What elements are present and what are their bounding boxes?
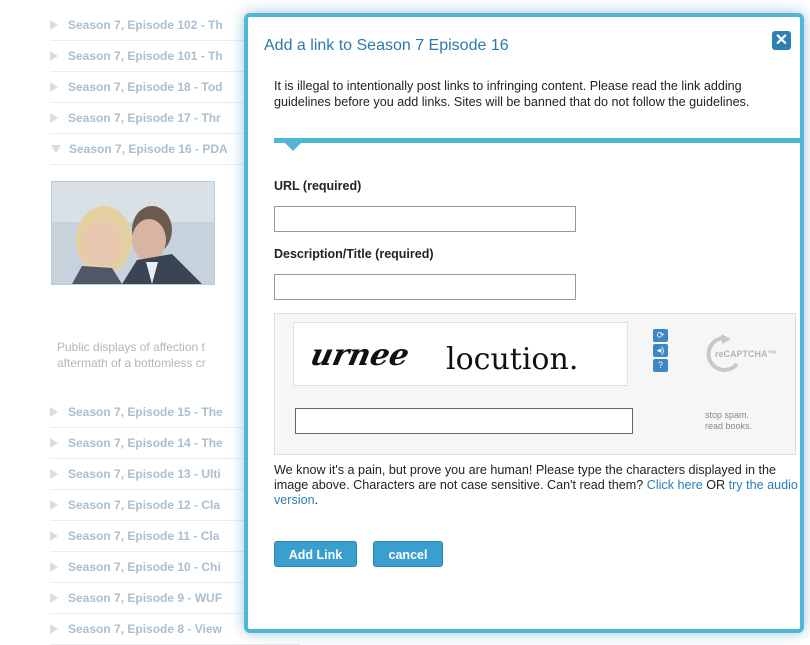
url-input[interactable] — [274, 206, 576, 232]
help-period: . — [314, 493, 319, 507]
captcha-words: urnee locution. — [307, 338, 578, 377]
episode-title: Season 7, Episode 8 - View — [68, 622, 222, 636]
expand-arrow-icon — [50, 624, 58, 634]
captcha-image: urnee locution. — [293, 322, 628, 386]
expand-arrow-icon — [50, 407, 58, 417]
captcha-word-2: locution. — [446, 342, 578, 377]
expand-arrow-icon — [50, 113, 58, 123]
episode-title: Season 7, Episode 18 - Tod — [68, 80, 223, 94]
url-label: URL (required) — [274, 179, 362, 193]
or-text: OR — [706, 478, 726, 492]
recaptcha-tagline: stop spam. read books. — [705, 410, 752, 432]
expand-arrow-icon — [50, 500, 58, 510]
dialog-title: Add a link to Season 7 Episode 16 — [264, 37, 509, 54]
legal-notice: It is illegal to intentionally post link… — [274, 79, 750, 109]
tagline-line: stop spam. — [705, 410, 750, 420]
help-captcha-icon[interactable]: ? — [653, 359, 668, 372]
episode-thumbnail — [51, 181, 215, 285]
cancel-button[interactable]: cancel — [373, 541, 443, 567]
audio-captcha-icon[interactable]: ◂) — [653, 344, 668, 357]
episode-title: Season 7, Episode 13 - Ulti — [68, 467, 221, 481]
close-icon[interactable]: ✕ — [772, 31, 791, 50]
add-link-button[interactable]: Add Link — [274, 541, 357, 567]
episode-title: Season 7, Episode 10 - Chi — [68, 560, 221, 574]
episode-title: Season 7, Episode 15 - The — [68, 405, 223, 419]
episode-description-line: Public displays of affection t — [57, 340, 205, 354]
recaptcha-logo-icon: reCAPTCHA™ — [701, 332, 781, 374]
episode-title: Season 7, Episode 14 - The — [68, 436, 223, 450]
captcha-widget: urnee locution. ⟳ ◂) ? reCAPTCHA™ stop s… — [274, 313, 796, 455]
episode-title: Season 7, Episode 101 - Th — [68, 49, 223, 63]
expand-arrow-icon — [50, 438, 58, 448]
captcha-word-1: urnee — [307, 338, 412, 373]
episode-title: Season 7, Episode 16 - PDA — [69, 142, 228, 156]
description-label: Description/Title (required) — [274, 247, 434, 261]
collapse-arrow-icon — [51, 145, 61, 153]
section-divider — [274, 138, 804, 143]
expand-arrow-icon — [50, 51, 58, 61]
episode-description-line: aftermath of a bottomless cr — [57, 356, 206, 370]
reload-captcha-icon[interactable]: ⟳ — [653, 329, 668, 342]
click-here-link[interactable]: Click here — [647, 478, 703, 492]
add-link-dialog: Add a link to Season 7 Episode 16 ✕ It i… — [244, 13, 804, 633]
tagline-line: read books. — [705, 421, 753, 431]
description-input[interactable] — [274, 274, 576, 300]
episode-title: Season 7, Episode 17 - Thr — [68, 111, 221, 125]
captcha-help-text: We know it's a pain, but prove you are h… — [274, 463, 802, 508]
expand-arrow-icon — [50, 562, 58, 572]
expand-arrow-icon — [50, 20, 58, 30]
episode-thumbnail-image — [52, 182, 214, 284]
episode-title: Season 7, Episode 11 - Cla — [68, 529, 220, 543]
episode-description: Public displays of affection t aftermath… — [57, 339, 247, 371]
episode-title: Season 7, Episode 9 - WUF — [68, 591, 223, 605]
captcha-response-input[interactable] — [295, 408, 633, 434]
episode-title: Season 7, Episode 12 - Cla — [68, 498, 221, 512]
expand-arrow-icon — [50, 531, 58, 541]
recaptcha-logo-text: reCAPTCHA™ — [715, 349, 777, 359]
expand-arrow-icon — [50, 593, 58, 603]
divider-notch — [285, 143, 301, 151]
expand-arrow-icon — [50, 82, 58, 92]
episode-title: Season 7, Episode 102 - Th — [68, 18, 223, 32]
expand-arrow-icon — [50, 469, 58, 479]
